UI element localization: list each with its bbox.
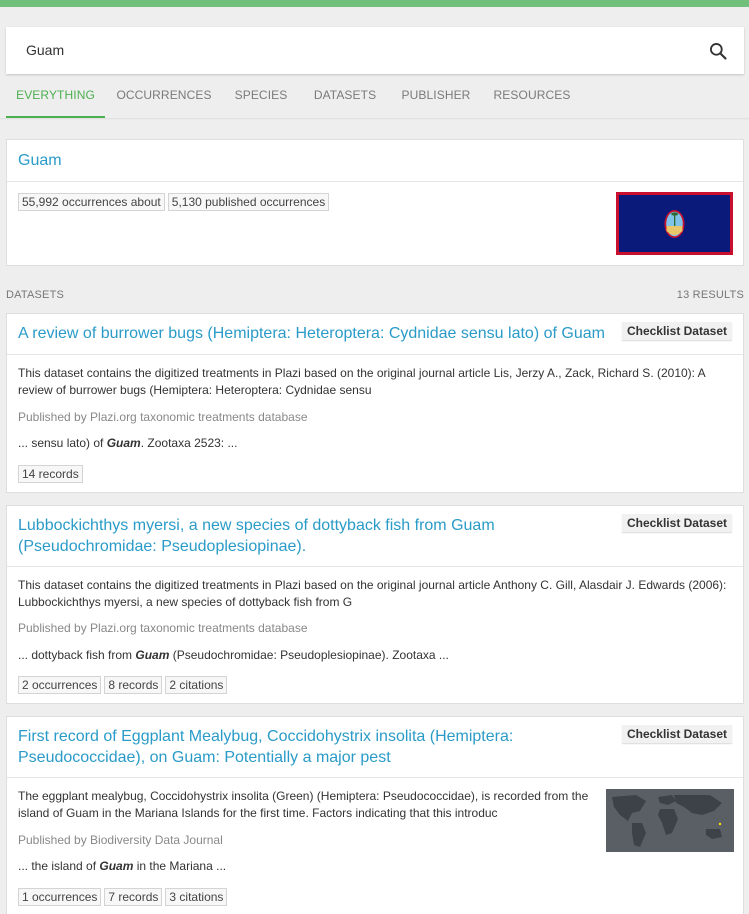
published-occurrences-chip[interactable]: 5,130 published occurrences: [167, 193, 330, 211]
guam-seal-icon: [664, 210, 685, 238]
tab-occurrences[interactable]: OCCURRENCES: [116, 78, 212, 118]
dataset-publisher: Published by Plazi.org taxonomic treatme…: [18, 410, 308, 424]
citations-chip[interactable]: 3 citations: [165, 888, 228, 906]
dataset-description: The eggplant mealybug, Coccidohystrix in…: [18, 789, 589, 820]
card-divider: [7, 777, 743, 778]
dataset-publisher: Published by Biodiversity Data Journal: [18, 833, 223, 847]
records-chip[interactable]: 14 records: [18, 465, 83, 483]
occurrences-chip[interactable]: 1 occurrences: [18, 888, 102, 906]
dataset-type-badge: Checklist Dataset: [621, 725, 732, 743]
country-stats: 55,992 occurrences about 5,130 published …: [18, 193, 332, 211]
dataset-description: This dataset contains the digitized trea…: [18, 366, 706, 397]
occurrence-map-thumbnail[interactable]: [606, 789, 734, 852]
tab-publisher[interactable]: PUBLISHER: [398, 78, 474, 118]
world-map-image: [612, 795, 722, 847]
dataset-stats: 1 occurrences 7 records 3 citations: [18, 888, 230, 906]
dataset-type-badge: Checklist Dataset: [621, 514, 732, 532]
occurrences-chip[interactable]: 2 occurrences: [18, 676, 102, 694]
search-snippet: ... sensu lato) of Guam. Zootaxa 2523: .…: [18, 436, 238, 450]
card-divider: [7, 354, 743, 355]
tab-species[interactable]: SPECIES: [232, 78, 290, 118]
search-snippet: ... the island of Guam in the Mariana ..…: [18, 859, 227, 873]
dataset-title[interactable]: First record of Eggplant Mealybug, Cocci…: [18, 726, 578, 768]
country-title[interactable]: Guam: [18, 150, 62, 171]
search-tabs: EVERYTHING OCCURRENCES SPECIES DATASETS …: [6, 78, 744, 118]
dataset-stats: 2 occurrences 8 records 2 citations: [18, 676, 230, 694]
dataset-type-badge: Checklist Dataset: [621, 322, 732, 340]
search-bar[interactable]: Guam: [6, 27, 744, 74]
tabs-divider: [0, 118, 749, 120]
dataset-result-card: Lubbockichthys myersi, a new species of …: [6, 505, 744, 704]
dataset-title[interactable]: Lubbockichthys myersi, a new species of …: [18, 515, 558, 557]
results-count: 13 RESULTS: [676, 289, 744, 301]
citations-chip[interactable]: 2 citations: [165, 676, 228, 694]
datasets-section-label: DATASETS: [6, 289, 65, 301]
card-divider: [7, 181, 743, 182]
dataset-description: This dataset contains the digitized trea…: [18, 578, 727, 609]
tab-resources[interactable]: RESOURCES: [492, 78, 572, 118]
search-input[interactable]: Guam: [26, 42, 64, 58]
tab-datasets[interactable]: DATASETS: [310, 78, 380, 118]
records-chip[interactable]: 8 records: [104, 676, 163, 694]
search-icon[interactable]: [708, 41, 728, 61]
search-snippet: ... dottyback fish from Guam (Pseudochro…: [18, 648, 449, 662]
top-accent-bar: [0, 0, 749, 7]
guam-flag-image: [616, 192, 733, 255]
tab-everything[interactable]: EVERYTHING: [6, 78, 105, 118]
dataset-publisher: Published by Plazi.org taxonomic treatme…: [18, 621, 308, 635]
occurrences-about-chip[interactable]: 55,992 occurrences about: [18, 193, 165, 211]
dataset-title[interactable]: A review of burrower bugs (Hemiptera: He…: [18, 323, 618, 344]
dataset-result-card: First record of Eggplant Mealybug, Cocci…: [6, 716, 744, 914]
dataset-result-card: A review of burrower bugs (Hemiptera: He…: [6, 313, 744, 493]
card-divider: [7, 566, 743, 567]
country-card: Guam 55,992 occurrences about 5,130 publi…: [6, 139, 744, 266]
dataset-stats: 14 records: [18, 465, 86, 483]
records-chip[interactable]: 7 records: [104, 888, 163, 906]
